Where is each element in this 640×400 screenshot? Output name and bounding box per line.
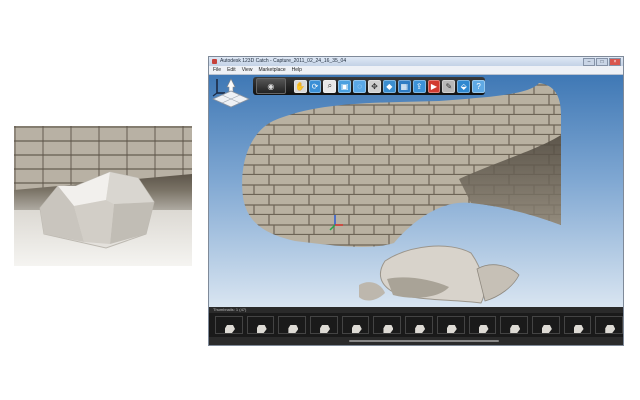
thumbnail[interactable] bbox=[500, 316, 528, 334]
menu-view[interactable]: View bbox=[242, 66, 253, 74]
menu-help[interactable]: Help bbox=[292, 66, 302, 74]
title-bar: Autodesk 123D Catch - Capture_2011_02_24… bbox=[209, 57, 623, 66]
settings-icon[interactable]: ✎ bbox=[442, 79, 456, 93]
reference-photo bbox=[14, 126, 192, 266]
zoom-icon[interactable]: ⌕ bbox=[323, 79, 337, 93]
camera-icon[interactable]: ◉ bbox=[256, 78, 286, 94]
menu-marketplace[interactable]: Marketplace bbox=[258, 66, 285, 74]
share-icon[interactable]: ⬙ bbox=[457, 79, 471, 93]
ruler-icon[interactable]: ▦ bbox=[397, 79, 411, 93]
orbit-icon[interactable]: ⟳ bbox=[308, 79, 322, 93]
thumbnail[interactable] bbox=[595, 316, 623, 334]
main-toolbar: ◉ ✋ ⟳ ⌕ ▣ ◌ ✥ ◆ ▦ ⇪ ▶ ✎ ⬙ ? bbox=[253, 77, 486, 95]
window-title: Autodesk 123D Catch - Capture_2011_02_24… bbox=[220, 58, 347, 64]
close-button[interactable]: × bbox=[609, 58, 621, 66]
thumbnail[interactable] bbox=[405, 316, 433, 334]
carved-object bbox=[39, 171, 155, 249]
lasso-icon[interactable]: ◌ bbox=[353, 79, 367, 93]
minimize-button[interactable]: – bbox=[583, 58, 595, 66]
app-logo-icon bbox=[212, 59, 217, 64]
export-icon[interactable]: ⇪ bbox=[412, 79, 426, 93]
thumbnail[interactable] bbox=[373, 316, 402, 334]
thumbnail[interactable] bbox=[563, 316, 592, 334]
thumbnail[interactable] bbox=[468, 316, 497, 334]
view-cube-icon[interactable] bbox=[209, 75, 253, 111]
thumbnail[interactable] bbox=[215, 316, 243, 334]
help-icon[interactable]: ? bbox=[472, 79, 486, 93]
thumbnail[interactable] bbox=[278, 316, 307, 334]
pan-icon[interactable]: ✋ bbox=[293, 79, 307, 93]
mesh-icon[interactable]: ◆ bbox=[382, 79, 396, 93]
video-icon[interactable]: ▶ bbox=[427, 79, 441, 93]
filmstrip-scrollbar[interactable] bbox=[209, 337, 623, 345]
select-icon[interactable]: ▣ bbox=[338, 79, 352, 93]
maximize-button[interactable]: □ bbox=[596, 58, 608, 66]
reconstructed-mesh bbox=[242, 83, 561, 304]
menu-file[interactable]: File bbox=[213, 66, 221, 74]
scrollbar-thumb[interactable] bbox=[349, 340, 499, 342]
menu-edit[interactable]: Edit bbox=[227, 66, 236, 74]
thumbnail[interactable] bbox=[436, 316, 465, 334]
photo-filmstrip bbox=[209, 313, 623, 337]
move-icon[interactable]: ✥ bbox=[368, 79, 381, 93]
thumbnail[interactable] bbox=[531, 316, 560, 334]
menu-bar: File Edit View Marketplace Help bbox=[209, 66, 623, 75]
thumbnail[interactable] bbox=[341, 316, 370, 334]
app-window: Autodesk 123D Catch - Capture_2011_02_24… bbox=[208, 56, 624, 346]
thumbnail[interactable] bbox=[246, 316, 275, 334]
thumbnail[interactable] bbox=[310, 316, 338, 334]
3d-viewport[interactable]: ◉ ✋ ⟳ ⌕ ▣ ◌ ✥ ◆ ▦ ⇪ ▶ ✎ ⬙ ? x bbox=[209, 75, 623, 307]
